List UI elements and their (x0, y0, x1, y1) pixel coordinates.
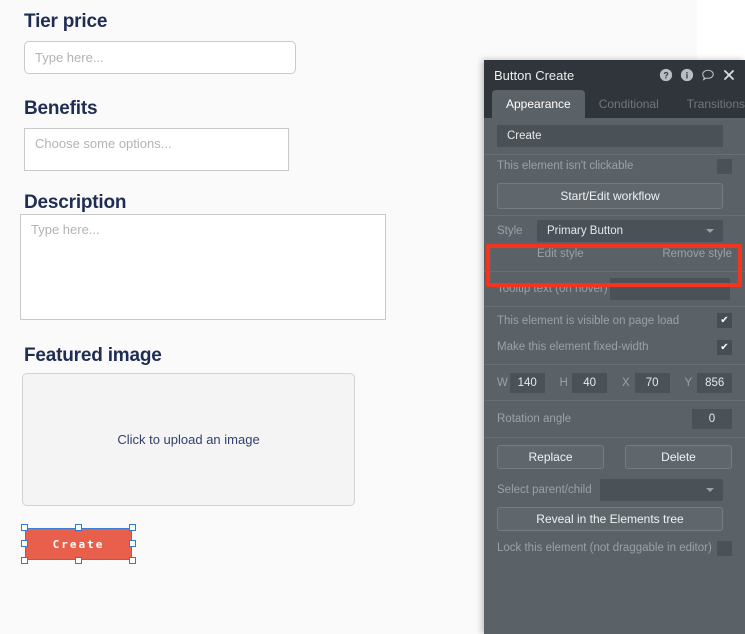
width-input[interactable]: 140 (509, 372, 545, 393)
reveal-row: Reveal in the Elements tree (484, 503, 745, 535)
chevron-down-icon-2 (706, 487, 714, 492)
geometry-row: W 140 H 40 X 70 Y 856 (484, 365, 745, 400)
panel-titlebar: Button Create ? i (484, 60, 745, 90)
featured-image-uploader[interactable]: Click to upload an image (22, 373, 355, 506)
resize-handle-bottom-right[interactable] (129, 557, 136, 564)
tooltip-input[interactable] (610, 278, 730, 300)
tooltip-row: Tooltip text (on hover) (484, 272, 745, 306)
uploader-hint: Click to upload an image (117, 432, 260, 447)
description-textarea[interactable]: Type here... (20, 214, 386, 320)
replace-button[interactable]: Replace (497, 445, 604, 469)
delete-button[interactable]: Delete (625, 445, 732, 469)
style-label: Style (497, 225, 523, 237)
svg-text:?: ? (663, 70, 668, 80)
description-label: Description (24, 192, 127, 213)
not-clickable-checkbox[interactable] (717, 158, 732, 174)
resize-handle-middle-right[interactable] (129, 540, 136, 547)
rotation-angle-label: Rotation angle (497, 413, 572, 425)
caption-input[interactable]: Create (497, 125, 723, 147)
workflow-row: Start/Edit workflow (484, 177, 745, 215)
visible-on-load-label: This element is visible on page load (497, 314, 680, 327)
select-parent-row: Select parent/child (484, 476, 745, 503)
lock-element-label: Lock this element (not draggable in edit… (497, 542, 712, 554)
tier-price-input[interactable]: Type here... (24, 41, 296, 74)
lock-element-row[interactable]: Lock this element (not draggable in edit… (484, 535, 745, 561)
lock-element-checkbox[interactable] (717, 540, 732, 556)
start-edit-workflow-button[interactable]: Start/Edit workflow (497, 183, 723, 209)
select-parent-dropdown[interactable] (600, 478, 723, 501)
rotation-row: Rotation angle 0 (484, 401, 745, 437)
fixed-width-label: Make this element fixed-width (497, 341, 649, 353)
info-icon[interactable]: i (680, 68, 694, 82)
reveal-in-elements-tree-button[interactable]: Reveal in the Elements tree (497, 507, 723, 531)
not-clickable-label: This element isn't clickable (497, 160, 634, 172)
style-dropdown[interactable]: Primary Button (537, 220, 723, 242)
remove-style-link[interactable]: Remove style (662, 248, 732, 260)
width-label: W (497, 376, 508, 389)
help-icon[interactable]: ? (659, 68, 673, 82)
y-label: Y (684, 376, 693, 389)
resize-handle-top-left[interactable] (21, 524, 28, 531)
resize-handle-bottom-left[interactable] (21, 557, 28, 564)
selected-element-wrapper: Create (21, 524, 136, 564)
x-label: X (622, 376, 630, 389)
rotation-angle-input[interactable]: 0 (692, 409, 732, 429)
svg-text:i: i (686, 70, 688, 80)
visible-on-load-row[interactable]: This element is visible on page load ✔ (484, 307, 745, 334)
benefits-label: Benefits (24, 98, 98, 119)
tab-appearance[interactable]: Appearance (492, 90, 585, 118)
height-input[interactable]: 40 (572, 372, 607, 393)
tier-price-label: Tier price (24, 11, 108, 32)
replace-delete-row: Replace Delete (484, 438, 745, 476)
panel-title: Button Create (494, 67, 575, 83)
panel-title-icons: ? i (659, 68, 736, 82)
resize-handle-bottom-center[interactable] (74, 557, 82, 564)
chevron-down-icon (706, 229, 714, 233)
style-row: Style Primary Button (484, 216, 745, 246)
visible-on-load-checkbox[interactable]: ✔ (717, 313, 732, 328)
resize-handle-middle-left[interactable] (21, 540, 28, 547)
panel-body: Create This element isn't clickable Star… (484, 118, 745, 561)
y-input[interactable]: 856 (697, 372, 732, 393)
create-button[interactable]: Create (25, 528, 132, 560)
resize-handle-top-center[interactable] (74, 524, 82, 531)
featured-image-label: Featured image (24, 345, 162, 366)
element-inspector-panel: Button Create ? i Appearance Conditional… (484, 60, 745, 634)
select-parent-label: Select parent/child (497, 483, 592, 496)
tooltip-label: Tooltip text (on hover) (497, 283, 608, 295)
caption-row: Create (484, 118, 745, 154)
height-label: H (559, 376, 568, 389)
panel-tabs: Appearance Conditional Transitions (484, 90, 745, 118)
tab-transitions[interactable]: Transitions (673, 90, 745, 118)
not-clickable-row[interactable]: This element isn't clickable (484, 155, 745, 177)
resize-handle-top-right[interactable] (129, 524, 136, 531)
edit-style-link[interactable]: Edit style (537, 248, 584, 260)
fixed-width-checkbox[interactable]: ✔ (717, 339, 732, 355)
fixed-width-row[interactable]: Make this element fixed-width ✔ (484, 334, 745, 360)
x-input[interactable]: 70 (634, 372, 670, 393)
style-dropdown-value: Primary Button (547, 225, 624, 237)
comment-icon[interactable] (701, 68, 715, 82)
close-icon[interactable] (722, 68, 736, 82)
benefits-multiselect[interactable]: Choose some options... (24, 128, 289, 171)
tab-conditional[interactable]: Conditional (585, 90, 673, 118)
style-links-row: Edit style Remove style (484, 246, 745, 262)
